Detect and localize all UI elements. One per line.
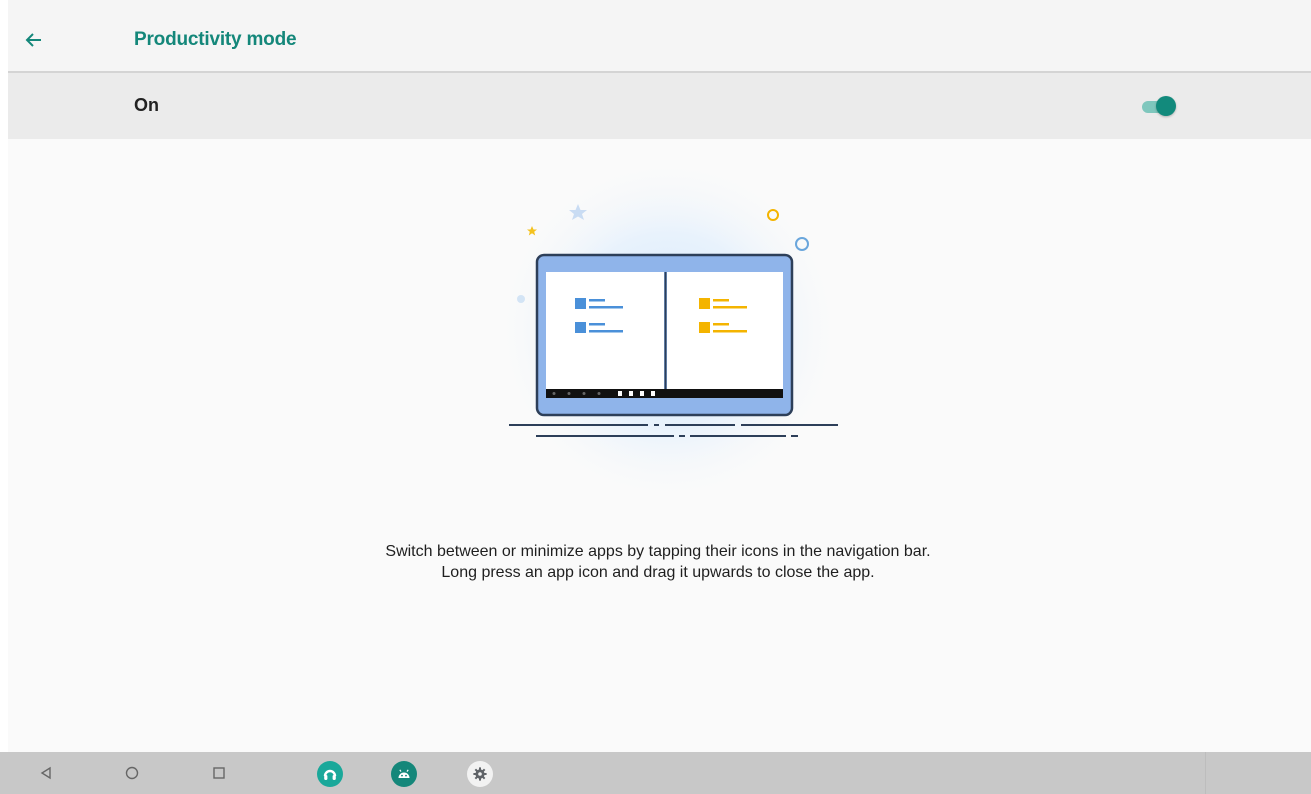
navbar-divider (1205, 752, 1206, 794)
toggle-label: On (134, 95, 159, 115)
window-frame (0, 0, 8, 752)
recents-nav-button[interactable] (207, 761, 231, 785)
home-circle-icon (125, 766, 139, 780)
productivity-mode-switch[interactable] (1140, 95, 1180, 119)
settings-app-button[interactable] (467, 761, 493, 787)
settings-gear-icon (473, 767, 487, 781)
recents-square-icon (213, 767, 225, 779)
android-app-button[interactable] (391, 761, 417, 787)
app-bar: Productivity mode (8, 0, 1311, 73)
page-title: Productivity mode (134, 29, 297, 50)
productivity-illustration (478, 155, 858, 505)
android-app-icon (398, 769, 410, 778)
home-nav-button[interactable] (120, 761, 144, 785)
arrow-left-icon (25, 33, 41, 47)
navigation-bar (0, 752, 1311, 794)
switch-thumb (1156, 96, 1176, 116)
productivity-mode-toggle-row[interactable]: On (8, 73, 1311, 139)
back-button[interactable] (14, 20, 54, 60)
description-line-2: Long press an app icon and drag it upwar… (441, 564, 875, 581)
back-triangle-icon (40, 766, 51, 780)
headset-app-icon (323, 769, 337, 780)
back-nav-button[interactable] (34, 761, 58, 785)
headset-app-button[interactable] (317, 761, 343, 787)
description-text: Switch between or minimize apps by tappi… (258, 541, 1058, 583)
laptop-split-screen-illustration (493, 155, 843, 505)
settings-app: Productivity mode On Switch between or m… (8, 0, 1311, 752)
description-line-1: Switch between or minimize apps by tappi… (385, 543, 931, 560)
